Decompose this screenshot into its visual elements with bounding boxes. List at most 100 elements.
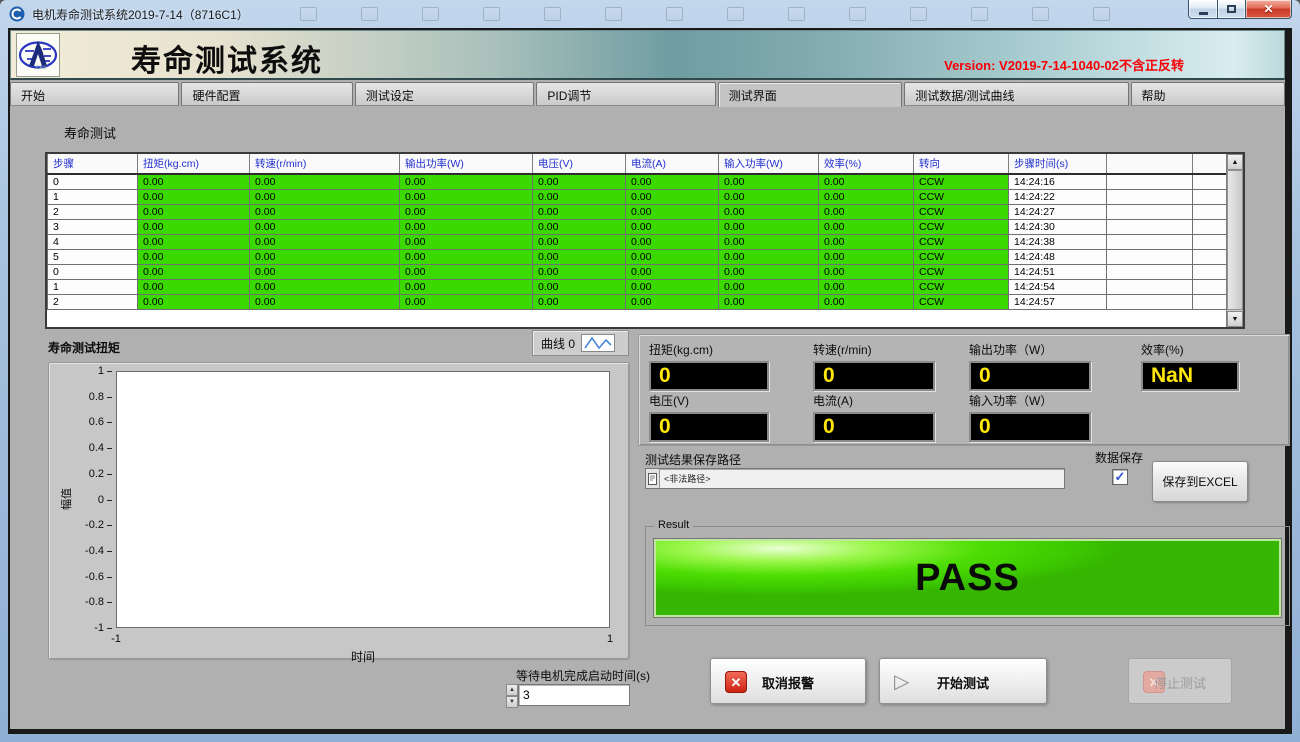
table-cell[interactable]: 0.00: [250, 264, 400, 279]
table-cell[interactable]: [1107, 204, 1193, 219]
table-cell[interactable]: 0.00: [626, 234, 719, 249]
table-cell[interactable]: 0.00: [250, 234, 400, 249]
column-header[interactable]: 转速(r/min): [250, 154, 400, 174]
table-cell[interactable]: 0.00: [400, 249, 533, 264]
table-row[interactable]: 00.000.000.000.000.000.000.00CCW14:24:16: [48, 174, 1229, 189]
save-to-excel-button[interactable]: 保存到EXCEL: [1152, 461, 1248, 502]
table-cell[interactable]: 0.00: [719, 234, 819, 249]
table-cell[interactable]: 0.00: [138, 279, 250, 294]
table-cell[interactable]: 0.00: [250, 189, 400, 204]
table-cell[interactable]: 0.00: [400, 234, 533, 249]
column-header[interactable]: 电压(V): [533, 154, 626, 174]
table-row[interactable]: 00.000.000.000.000.000.000.00CCW14:24:51: [48, 264, 1229, 279]
table-cell[interactable]: 0.00: [400, 189, 533, 204]
table-cell[interactable]: 0.00: [138, 189, 250, 204]
table-cell[interactable]: 0.00: [719, 294, 819, 309]
table-cell[interactable]: 0.00: [819, 204, 914, 219]
table-cell[interactable]: 14:24:54: [1009, 279, 1107, 294]
table-cell[interactable]: 0.00: [250, 174, 400, 189]
table-row[interactable]: 20.000.000.000.000.000.000.00CCW14:24:27: [48, 204, 1229, 219]
column-header[interactable]: [1107, 154, 1193, 174]
table-cell[interactable]: 0.00: [719, 204, 819, 219]
table-cell[interactable]: 0.00: [400, 279, 533, 294]
table-cell[interactable]: 0.00: [250, 279, 400, 294]
table-cell[interactable]: 0.00: [533, 189, 626, 204]
table-cell[interactable]: 0.00: [819, 189, 914, 204]
table-scrollbar[interactable]: ▲ ▼: [1226, 154, 1243, 327]
plot-area[interactable]: [116, 371, 610, 628]
scroll-down-arrow[interactable]: ▼: [1227, 311, 1243, 327]
table-cell[interactable]: 2: [48, 294, 138, 309]
tab-4[interactable]: PID调节: [536, 82, 715, 106]
table-cell[interactable]: 0.00: [819, 249, 914, 264]
table-cell[interactable]: [1193, 234, 1229, 249]
table-cell[interactable]: 2: [48, 204, 138, 219]
table-cell[interactable]: 0.00: [819, 234, 914, 249]
table-cell[interactable]: 0.00: [819, 279, 914, 294]
table-cell[interactable]: 5: [48, 249, 138, 264]
table-cell[interactable]: 0.00: [533, 249, 626, 264]
table-cell[interactable]: [1107, 219, 1193, 234]
table-cell[interactable]: CCW: [914, 219, 1009, 234]
table-cell[interactable]: 1: [48, 279, 138, 294]
table-cell[interactable]: 1: [48, 189, 138, 204]
table-cell[interactable]: CCW: [914, 234, 1009, 249]
table-cell[interactable]: 0.00: [138, 219, 250, 234]
tab-5[interactable]: 测试界面: [718, 82, 902, 107]
tab-2[interactable]: 硬件配置: [181, 82, 352, 106]
table-cell[interactable]: 0.00: [400, 174, 533, 189]
table-cell[interactable]: CCW: [914, 189, 1009, 204]
table-cell[interactable]: 0.00: [533, 264, 626, 279]
curve-legend[interactable]: 曲线 0: [532, 330, 629, 356]
column-header[interactable]: 电流(A): [626, 154, 719, 174]
minimize-button[interactable]: [1188, 0, 1218, 19]
table-cell[interactable]: 0.00: [626, 204, 719, 219]
table-cell[interactable]: 4: [48, 234, 138, 249]
table-cell[interactable]: 14:24:38: [1009, 234, 1107, 249]
table-cell[interactable]: 0.00: [626, 294, 719, 309]
table-cell[interactable]: 0.00: [138, 204, 250, 219]
table-cell[interactable]: 3: [48, 219, 138, 234]
wait-time-input[interactable]: 3: [518, 684, 630, 706]
column-header[interactable]: 效率(%): [819, 154, 914, 174]
table-cell[interactable]: 0.00: [626, 189, 719, 204]
table-cell[interactable]: CCW: [914, 249, 1009, 264]
table-cell[interactable]: [1107, 189, 1193, 204]
table-cell[interactable]: 0.00: [400, 219, 533, 234]
table-cell[interactable]: 0.00: [250, 219, 400, 234]
table-cell[interactable]: 14:24:16: [1009, 174, 1107, 189]
table-cell[interactable]: [1107, 279, 1193, 294]
column-header[interactable]: 输出功率(W): [400, 154, 533, 174]
table-cell[interactable]: [1193, 294, 1229, 309]
scroll-up-arrow[interactable]: ▲: [1227, 154, 1243, 170]
start-test-button[interactable]: ▷ 开始测试: [879, 658, 1047, 704]
table-cell[interactable]: [1107, 234, 1193, 249]
maximize-button[interactable]: [1218, 0, 1246, 19]
table-cell[interactable]: [1193, 219, 1229, 234]
table-cell[interactable]: 0.00: [719, 174, 819, 189]
table-cell[interactable]: 0.00: [719, 189, 819, 204]
save-path-field[interactable]: <非法路径>: [645, 468, 1065, 489]
table-cell[interactable]: 0.00: [719, 219, 819, 234]
tab-7[interactable]: 帮助: [1131, 82, 1286, 106]
table-cell[interactable]: CCW: [914, 294, 1009, 309]
wait-time-spinner[interactable]: ▲ ▼ 3: [506, 684, 630, 706]
column-header[interactable]: 扭矩(kg.cm): [138, 154, 250, 174]
table-cell[interactable]: 0.00: [400, 204, 533, 219]
table-row[interactable]: 20.000.000.000.000.000.000.00CCW14:24:57: [48, 294, 1229, 309]
path-icon[interactable]: [646, 469, 660, 488]
column-header[interactable]: 步骤: [48, 154, 138, 174]
table-cell[interactable]: [1193, 279, 1229, 294]
tab-1[interactable]: 开始: [10, 82, 179, 106]
table-cell[interactable]: 0.00: [533, 204, 626, 219]
table-cell[interactable]: 0.00: [138, 294, 250, 309]
tab-3[interactable]: 测试设定: [355, 82, 534, 106]
column-header[interactable]: [1193, 154, 1229, 174]
table-cell[interactable]: [1107, 249, 1193, 264]
table-cell[interactable]: 0.00: [138, 264, 250, 279]
table-cell[interactable]: 0.00: [626, 264, 719, 279]
table-cell[interactable]: 0.00: [819, 264, 914, 279]
table-cell[interactable]: 0.00: [626, 279, 719, 294]
table-row[interactable]: 30.000.000.000.000.000.000.00CCW14:24:30: [48, 219, 1229, 234]
table-cell[interactable]: CCW: [914, 279, 1009, 294]
